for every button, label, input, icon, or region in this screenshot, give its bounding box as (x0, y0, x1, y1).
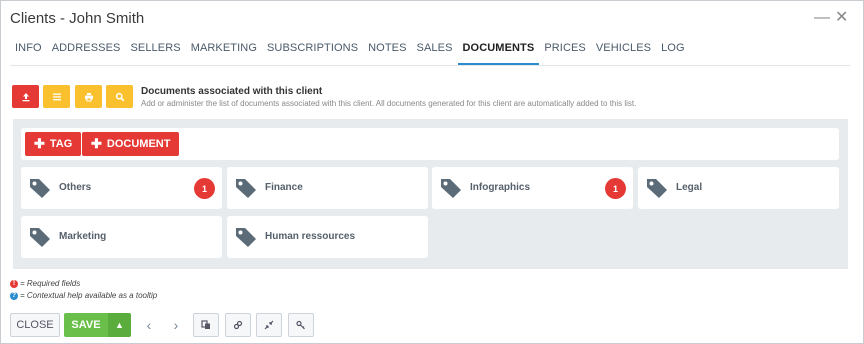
chevron-right-icon: › (173, 317, 179, 333)
tag-icon (236, 228, 256, 247)
tag-icon (30, 179, 50, 198)
tag-label: Others (59, 182, 92, 193)
add-document-button[interactable]: ✚ DOCUMENT (82, 132, 180, 156)
list-button[interactable] (43, 85, 70, 108)
tag-label: Human ressources (265, 231, 356, 242)
required-legend: ! = Required fields (10, 279, 80, 288)
help-legend-text: = Contextual help available as a tooltip (20, 291, 158, 300)
documents-description: Add or administer the list of documents … (141, 99, 637, 108)
tag-label: Legal (676, 182, 703, 193)
tab-prices[interactable]: PRICES (539, 39, 591, 65)
chevron-left-icon: ‹ (146, 317, 152, 333)
title-bar: Clients - John Smith — ✕ (1, 1, 863, 35)
tab-bar: INFO ADDRESSES SELLERS MARKETING SUBSCRI… (10, 39, 690, 65)
key-button[interactable] (288, 313, 314, 337)
key-icon (296, 320, 305, 330)
tag-card-legal[interactable]: Legal (638, 167, 839, 209)
add-tag-button[interactable]: ✚ TAG (25, 132, 82, 156)
link-button[interactable] (225, 313, 251, 337)
tab-info[interactable]: INFO (10, 39, 47, 65)
tag-card-infographics[interactable]: Infographics 1 (432, 167, 633, 209)
required-icon: ! (10, 279, 18, 288)
tag-card-marketing[interactable]: Marketing (21, 216, 222, 258)
save-button[interactable]: SAVE (64, 313, 108, 337)
tag-label: Marketing (59, 231, 107, 242)
tag-label: Finance (265, 182, 303, 193)
tag-label: Infographics (470, 182, 531, 193)
plus-icon: ✚ (34, 136, 45, 151)
tab-vehicles[interactable]: VEHICLES (591, 39, 656, 65)
previous-button[interactable]: ‹ (138, 313, 160, 337)
tag-card-others[interactable]: Others 1 (21, 167, 222, 209)
required-legend-text: = Required fields (20, 279, 81, 288)
close-icon[interactable]: ✕ (835, 10, 848, 26)
upload-icon (22, 92, 29, 101)
help-legend: ? = Contextual help available as a toolt… (10, 291, 157, 300)
upload-button[interactable] (12, 85, 39, 108)
client-window: Clients - John Smith — ✕ INFO ADDRESSES … (0, 0, 864, 344)
add-document-label: DOCUMENT (106, 138, 171, 150)
documents-heading: Documents associated with this client (141, 86, 323, 97)
window-title: Clients - John Smith (10, 10, 145, 27)
tab-sales[interactable]: SALES (412, 39, 458, 65)
tag-card-human-ressources[interactable]: Human ressources (227, 216, 428, 258)
compress-icon (264, 320, 274, 330)
search-icon (115, 92, 124, 101)
tag-icon (236, 179, 256, 198)
close-button[interactable]: CLOSE (10, 313, 60, 337)
minimize-icon[interactable]: — (814, 10, 830, 26)
add-tag-label: TAG (49, 138, 73, 150)
caret-up-icon: ▲ (115, 320, 124, 330)
tag-icon (441, 179, 461, 198)
tag-card-finance[interactable]: Finance (227, 167, 428, 209)
search-button[interactable] (106, 85, 133, 108)
copy-icon (201, 320, 210, 329)
tab-addresses[interactable]: ADDRESSES (47, 39, 126, 65)
tab-sellers[interactable]: SELLERS (125, 39, 185, 65)
collapse-button[interactable] (256, 313, 282, 337)
tab-divider (10, 65, 850, 66)
link-icon (233, 320, 243, 330)
print-icon (84, 92, 93, 101)
tab-marketing[interactable]: MARKETING (186, 39, 262, 65)
tab-documents[interactable]: DOCUMENTS (457, 39, 540, 65)
tab-log[interactable]: LOG (656, 39, 690, 65)
print-button[interactable] (75, 85, 102, 108)
document-count-badge: 1 (194, 178, 215, 199)
next-button[interactable]: › (165, 313, 187, 337)
list-icon (52, 93, 61, 100)
copy-button[interactable] (193, 313, 219, 337)
plus-icon: ✚ (91, 136, 102, 151)
save-options-button[interactable]: ▲ (108, 313, 131, 337)
tab-notes[interactable]: NOTES (363, 39, 411, 65)
tag-icon (30, 228, 50, 247)
help-icon: ? (10, 291, 18, 300)
document-count-badge: 1 (605, 178, 626, 199)
tag-icon (647, 179, 667, 198)
tab-subscriptions[interactable]: SUBSCRIPTIONS (262, 39, 363, 65)
